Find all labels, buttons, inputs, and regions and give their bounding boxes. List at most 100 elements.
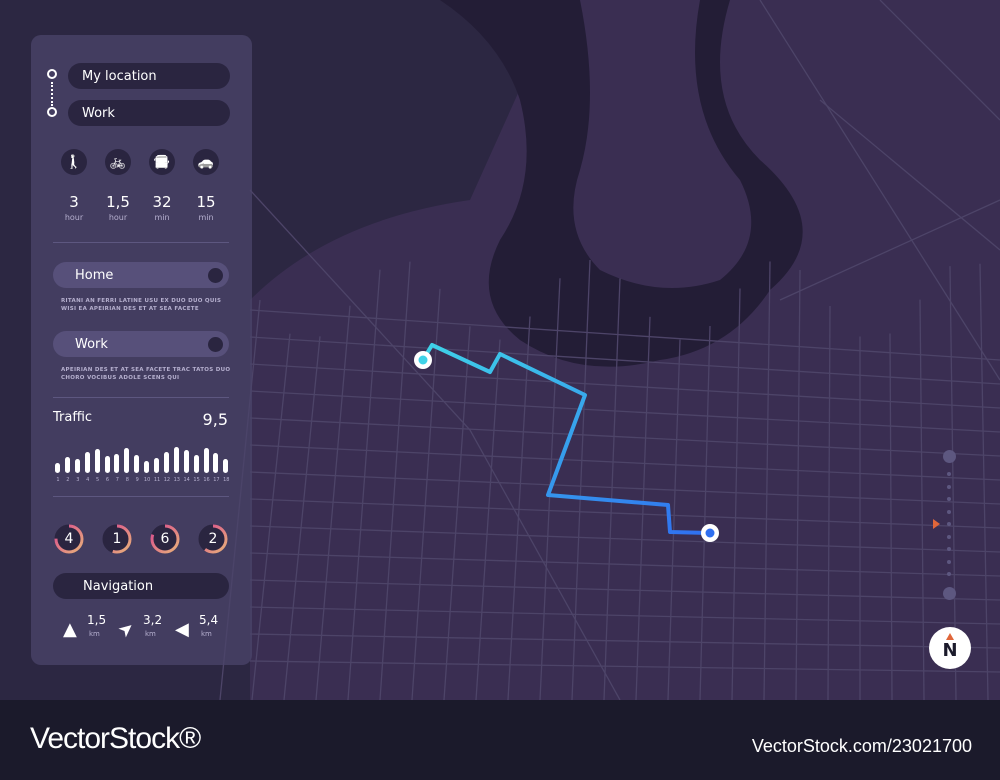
ring-value: 2 <box>208 531 218 547</box>
mode-duration: 3 <box>69 193 79 211</box>
traffic-bar <box>94 448 100 473</box>
step-unit: km <box>145 630 156 638</box>
step-unit: km <box>201 630 212 638</box>
destination-input[interactable]: Work <box>68 100 230 126</box>
traffic-value: 9,5 <box>202 410 228 429</box>
traffic-bar <box>203 448 209 473</box>
traffic-bar <box>84 452 90 473</box>
compass-button[interactable]: N <box>929 627 971 669</box>
traffic-bar <box>55 462 60 473</box>
traffic-hour-label: 11 <box>153 477 161 483</box>
traffic-chart <box>53 443 233 473</box>
mode-duration: 15 <box>196 193 216 211</box>
zoom-step[interactable] <box>947 522 951 526</box>
traffic-bar <box>114 454 120 473</box>
ring-value: 4 <box>64 531 74 547</box>
home-label: Home <box>75 267 114 283</box>
traffic-bar <box>134 455 140 473</box>
traffic-hour-label: 5 <box>96 477 100 483</box>
toggle-knob <box>208 337 223 352</box>
traffic-bar <box>64 457 70 473</box>
work-label: Work <box>75 336 108 352</box>
zoom-step[interactable] <box>947 572 951 576</box>
stat-ring: 1 <box>101 523 133 555</box>
image-id: VectorStock.com/23021700 <box>751 736 972 756</box>
mode-unit: min <box>198 213 214 222</box>
traffic-hour-label: 13 <box>173 477 180 483</box>
traffic-hour-label: 12 <box>163 477 171 483</box>
mode-duration: 1,5 <box>106 193 130 211</box>
mode-bus-button[interactable]: 🚍 <box>149 149 175 175</box>
origin-text: My location <box>82 68 157 84</box>
traffic-hour-label: 15 <box>193 477 200 483</box>
stat-ring: 6 <box>149 523 181 555</box>
divider <box>53 242 229 243</box>
route-dots <box>51 82 53 106</box>
arrow-up-right-icon: ➤ <box>114 616 140 643</box>
home-toggle[interactable]: Home <box>53 262 229 288</box>
mode-unit: min <box>154 213 170 222</box>
work-toggle[interactable]: Work <box>53 331 229 357</box>
mode-walk-button[interactable]: 🚶 <box>61 149 87 175</box>
traffic-hour-label: 14 <box>183 477 190 483</box>
traffic-hour-label: 8 <box>125 477 129 483</box>
step-distance: 1,5 <box>87 613 107 627</box>
origin-input[interactable]: My location <box>68 63 230 89</box>
arrow-left-icon: ◀ <box>175 619 189 640</box>
origin-icon <box>47 69 57 79</box>
destination-text: Work <box>82 105 115 121</box>
traffic-hour-label: 7 <box>115 477 119 483</box>
mode-bicycle-button[interactable]: 🚲 <box>105 149 131 175</box>
traffic-bar <box>193 455 199 473</box>
step-distance: 3,2 <box>143 613 163 627</box>
traffic-bar <box>154 458 159 473</box>
ring-value: 6 <box>160 531 170 547</box>
bicycle-icon: 🚲 <box>109 154 127 170</box>
home-description: RITANI AN FERRI LATINE USU EX DUO DUO QU… <box>61 298 222 312</box>
compass-label: N <box>942 640 958 661</box>
walk-icon: 🚶 <box>65 154 83 170</box>
vectorstock-logo: VectorStock® <box>30 722 201 755</box>
traffic-bar <box>183 450 189 473</box>
navigation-label: Navigation <box>83 578 154 594</box>
traffic-hour-label: 10 <box>143 477 151 483</box>
traffic-bar <box>104 455 110 473</box>
zoom-step[interactable] <box>947 472 951 476</box>
mode-car-button[interactable]: 🚗 <box>193 149 219 175</box>
zoom-step[interactable] <box>947 509 951 514</box>
traffic-bar <box>173 447 179 473</box>
step-distance: 5,4 <box>199 613 219 627</box>
traffic-hour-label: 18 <box>223 477 230 483</box>
ring-value: 1 <box>112 531 122 547</box>
route-panel: My location Work Home RITANI AN FERRI LA… <box>31 35 252 665</box>
mode-unit: hour <box>64 213 84 222</box>
traffic-hour-label: 16 <box>203 477 210 483</box>
work-description: APEIRIAN DES ET AT SEA FACETE TRAC TATOS… <box>61 367 231 381</box>
arrow-up-icon: ▲ <box>63 619 77 640</box>
traffic-hour-label: 2 <box>66 477 70 483</box>
zoom-step[interactable] <box>947 497 951 501</box>
traffic-bar <box>163 452 169 473</box>
divider <box>53 397 229 398</box>
zoom-step[interactable] <box>947 534 951 539</box>
zoom-out-handle[interactable] <box>943 587 956 600</box>
car-icon: 🚗 <box>197 154 215 170</box>
toggle-knob <box>208 268 223 283</box>
traffic-bar <box>74 459 80 473</box>
navigation-button[interactable]: Navigation <box>53 573 229 599</box>
zoom-in-handle[interactable] <box>943 450 956 463</box>
traffic-label: Traffic <box>53 410 93 425</box>
traffic-bar <box>144 460 150 473</box>
zoom-step[interactable] <box>947 484 951 489</box>
traffic-bar <box>124 448 130 473</box>
traffic-hour-label: 6 <box>105 477 110 483</box>
traffic-hour-label: 9 <box>135 477 139 483</box>
zoom-level-marker <box>933 519 940 529</box>
footer: VectorStock® VectorStock.com/23021700 <box>0 700 1000 780</box>
traffic-hour-label: 3 <box>76 477 80 483</box>
zoom-step[interactable] <box>947 547 951 551</box>
traffic-bar <box>223 459 229 473</box>
zoom-step[interactable] <box>947 559 951 564</box>
traffic-hour-label: 17 <box>213 477 220 483</box>
destination-icon <box>47 107 57 117</box>
